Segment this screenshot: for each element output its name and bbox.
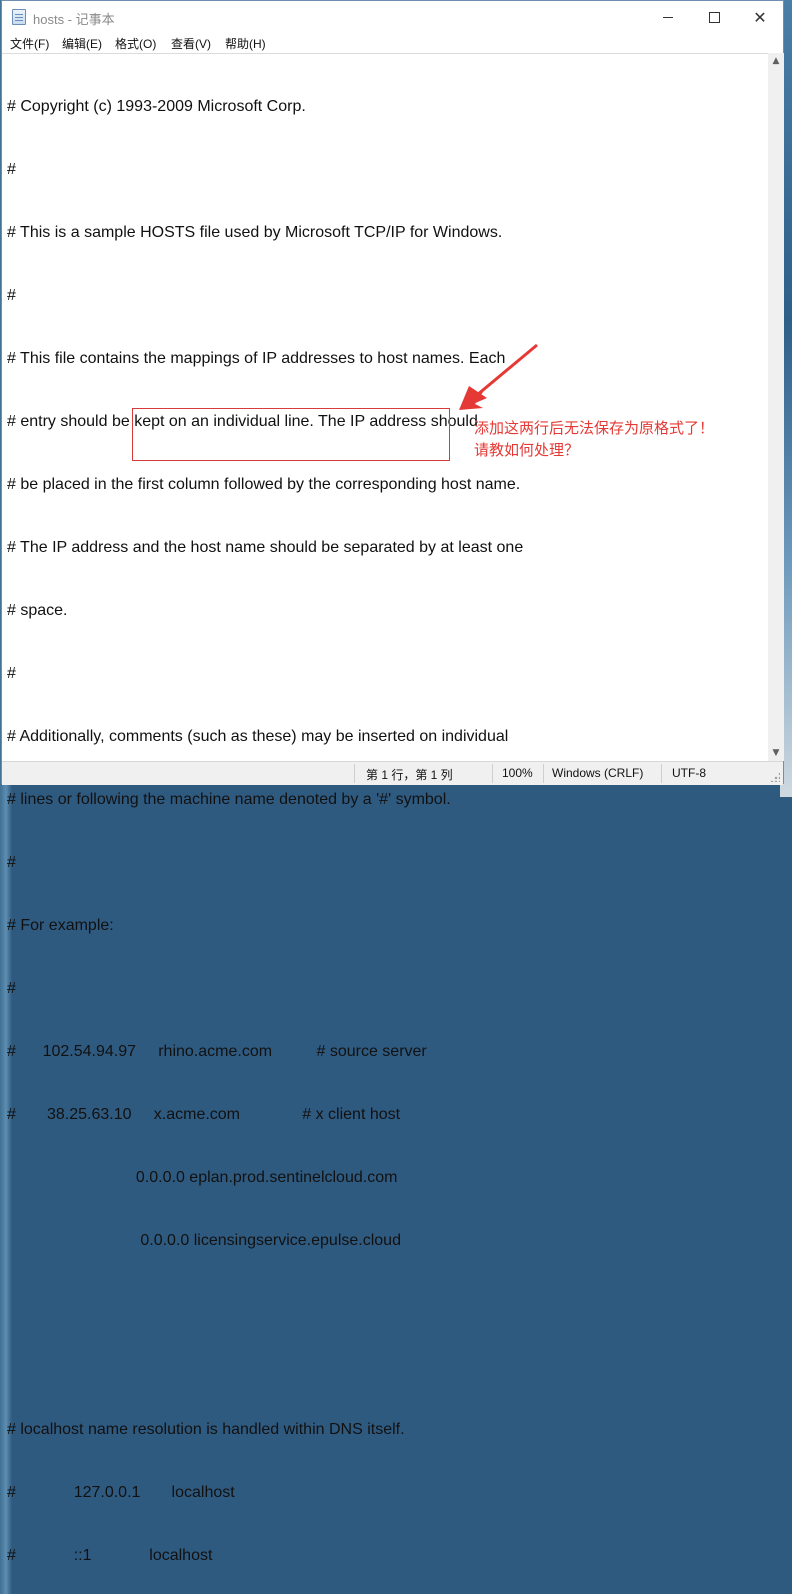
cursor-position: 第 1 行，第 1 列 xyxy=(366,768,453,782)
notepad-icon xyxy=(12,9,26,25)
text-line: # xyxy=(7,287,16,304)
text-line: # This is a sample HOSTS file used by Mi… xyxy=(7,224,503,241)
close-icon: ✕ xyxy=(753,7,767,27)
text-line: # xyxy=(7,665,16,682)
vertical-scrollbar[interactable]: ▲ ▼ xyxy=(768,53,784,761)
text-line: # xyxy=(7,854,16,871)
text-line: # xyxy=(7,980,16,997)
zoom-level: 100% xyxy=(502,766,533,780)
menu-help[interactable]: 帮助(H) xyxy=(225,35,266,52)
status-divider xyxy=(354,764,355,783)
status-divider xyxy=(543,764,544,783)
status-divider xyxy=(661,764,662,783)
text-line: # Additionally, comments (such as these)… xyxy=(7,728,509,745)
editor-content[interactable]: # Copyright (c) 1993-2009 Microsoft Corp… xyxy=(7,54,523,1594)
text-line: # 127.0.0.1 localhost xyxy=(7,1484,235,1501)
annotation-line-1: 添加这两行后无法保存为原格式了！ xyxy=(474,419,715,437)
menu-format[interactable]: 格式(O) xyxy=(115,35,156,52)
status-bar: 第 1 行，第 1 列 100% Windows (CRLF) UTF-8 xyxy=(2,761,783,785)
text-line-added: 0.0.0.0 licensingservice.epulse.cloud xyxy=(7,1232,401,1249)
close-button[interactable]: ✕ xyxy=(737,1,783,34)
line-ending: Windows (CRLF) xyxy=(552,766,644,780)
text-line: # For example: xyxy=(7,917,114,934)
text-line: # Copyright (c) 1993-2009 Microsoft Corp… xyxy=(7,98,306,115)
text-line: # This file contains the mappings of IP … xyxy=(7,350,506,367)
text-editor[interactable]: # Copyright (c) 1993-2009 Microsoft Corp… xyxy=(2,53,768,1564)
resize-grip-icon[interactable] xyxy=(770,772,780,782)
title-bar[interactable]: hosts - 记事本 ✕ xyxy=(2,1,783,34)
text-line: # 102.54.94.97 rhino.acme.com # source s… xyxy=(7,1043,427,1060)
text-line: # localhost name resolution is handled w… xyxy=(7,1421,405,1438)
maximize-icon xyxy=(708,12,720,23)
status-divider xyxy=(492,764,493,783)
annotation-text: 添加这两行后无法保存为原格式了！ 请教如何处理？ xyxy=(474,417,714,461)
menu-edit[interactable]: 编辑(E) xyxy=(62,35,102,52)
text-line: # ::1 localhost xyxy=(7,1547,213,1564)
highlight-box xyxy=(132,408,450,461)
text-line: # 38.25.63.10 x.acme.com # x client host xyxy=(7,1106,401,1123)
minimize-icon xyxy=(663,17,673,18)
encoding: UTF-8 xyxy=(672,766,706,780)
annotation-arrow-icon xyxy=(459,343,538,410)
text-line xyxy=(7,1356,523,1377)
menu-bar: 文件(F) 编辑(E) 格式(O) 查看(V) 帮助(H) xyxy=(2,34,783,53)
menu-file[interactable]: 文件(F) xyxy=(10,35,49,52)
minimize-button[interactable] xyxy=(645,1,691,34)
notepad-window: hosts - 记事本 ✕ 文件(F) 编辑(E) 格式(O) 查看(V) 帮助… xyxy=(1,0,784,1564)
window-title: hosts - 记事本 xyxy=(33,12,115,27)
text-line: # lines or following the machine name de… xyxy=(7,791,451,808)
scroll-up-icon[interactable]: ▲ xyxy=(768,53,784,69)
text-line: # space. xyxy=(7,602,68,619)
text-line: # The IP address and the host name shoul… xyxy=(7,539,524,556)
menu-view[interactable]: 查看(V) xyxy=(171,35,211,52)
text-line: # be placed in the first column followed… xyxy=(7,476,521,493)
maximize-button[interactable] xyxy=(691,1,737,34)
scroll-down-icon[interactable]: ▼ xyxy=(768,745,784,761)
text-line xyxy=(7,1293,523,1314)
text-line: # xyxy=(7,161,16,178)
text-line-added: 0.0.0.0 eplan.prod.sentinelcloud.com xyxy=(7,1169,398,1186)
annotation-line-2: 请教如何处理？ xyxy=(474,441,580,459)
